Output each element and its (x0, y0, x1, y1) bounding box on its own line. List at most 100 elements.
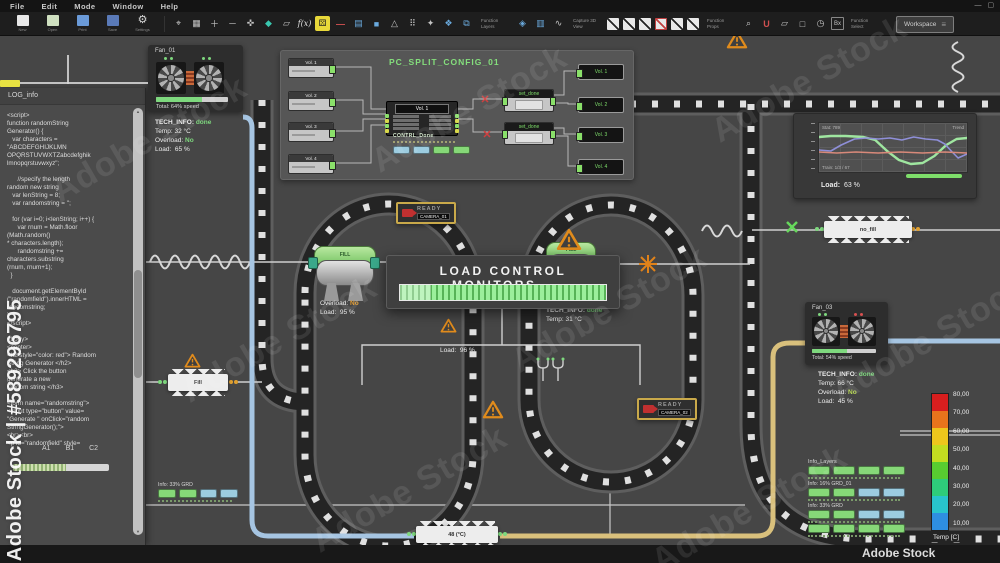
cone-icon[interactable]: △ (387, 16, 402, 31)
log-scrollbar[interactable]: ▲ ▼ (133, 108, 143, 535)
fan01-speed-bar (156, 97, 228, 102)
open-icon (46, 15, 59, 26)
grd-status-block: Info: 33% GRD (158, 480, 238, 503)
split-input-node[interactable]: Vol. 3 (288, 122, 336, 142)
fan01-panel[interactable]: Fan_01 Total: 64% speed (148, 45, 243, 112)
status-chip-blue (858, 488, 880, 497)
status-chip-green (808, 510, 830, 519)
workspace-button[interactable]: Workspace ≡ (896, 16, 954, 33)
parallelogram-icon[interactable]: ▱ (777, 16, 792, 31)
pen-red-icon[interactable] (655, 17, 667, 30)
history-icon[interactable]: ◷ (813, 16, 828, 31)
layers-icon[interactable]: ▥ (533, 16, 548, 31)
save-button[interactable]: Save (98, 15, 127, 32)
split-input-node[interactable]: Vol. 4 (288, 154, 336, 174)
split-set-node[interactable]: set_done (502, 89, 556, 112)
pen-icon[interactable] (671, 17, 683, 30)
menu-mode[interactable]: Mode (74, 2, 95, 11)
open-button[interactable]: Open (38, 15, 67, 32)
log-button-b1[interactable]: B1 (66, 445, 75, 452)
split-set-node[interactable]: set_done (502, 122, 556, 145)
scroll-down-icon[interactable]: ▼ (133, 529, 143, 534)
menu-bar: File Edit Mode Window Help — ▢ ✕ (0, 0, 1000, 12)
split-input-node[interactable]: Vol. 2 (288, 91, 336, 111)
trend-load-row: Load: 63 % (821, 182, 860, 189)
trend-panel[interactable]: Stat: 789 Trend Train: 1/3 / 67 Load: 63… (793, 113, 977, 199)
cube-icon[interactable]: ◆ (261, 16, 276, 31)
move-icon[interactable]: ✜ (243, 16, 258, 31)
status-chip-green (158, 489, 176, 498)
zoom-out-icon[interactable]: － (225, 16, 240, 31)
status-chip-blue (858, 510, 880, 519)
fan-housing (194, 62, 224, 94)
grid-icon[interactable]: ⠿ (405, 16, 420, 31)
color-scale-title: Temp [C] (929, 533, 964, 542)
no-fill-capsule: no_fill (824, 216, 912, 243)
split-output-node[interactable]: Vol. 2 (576, 97, 624, 113)
menu-window[interactable]: Window (112, 2, 143, 11)
split-output-node[interactable]: Vol. 4 (576, 159, 624, 175)
settings-button[interactable]: ⚙ Settings (128, 15, 157, 33)
fill-capsule: Fill (168, 369, 228, 396)
menu-edit[interactable]: Edit (42, 2, 58, 11)
pin-icon[interactable]: ◈ (515, 16, 530, 31)
dice-icon[interactable]: ⚄ (315, 16, 330, 31)
hamburger-icon: ≡ (941, 20, 947, 29)
split-center-node[interactable]: Vol. 1 (385, 101, 459, 136)
log-button-a1[interactable]: A1 (42, 445, 51, 452)
menu-help[interactable]: Help (161, 2, 179, 11)
chart-mini-icon[interactable]: ∿ (551, 16, 566, 31)
new-button[interactable]: New (8, 15, 37, 32)
center-node-title: Vol. 1 (395, 104, 449, 114)
maximize-icon[interactable]: ▢ (988, 1, 995, 11)
menu-file[interactable]: File (10, 2, 25, 11)
print-button[interactable]: Print (68, 15, 97, 32)
valve-fork-icons (537, 360, 564, 381)
sparkle-icon[interactable]: ✦ (423, 16, 438, 31)
control-chip-blue (393, 146, 410, 154)
split-input-node[interactable]: Vol. 1 (288, 58, 336, 78)
fan01-status-dots (202, 57, 211, 60)
crosshair-icon[interactable]: ⌖ (171, 16, 186, 31)
control-chip-blue (413, 146, 430, 154)
trend-series-load-green (817, 134, 969, 166)
pen-icon[interactable] (607, 17, 619, 30)
cube-blue-icon[interactable]: ❖ (441, 16, 456, 31)
save-icon (106, 15, 119, 26)
fan-icon (814, 319, 838, 343)
split-output-node[interactable]: Vol. 1 (576, 64, 624, 80)
viewport-icon[interactable]: ■ (369, 16, 384, 31)
workspace-label: Workspace (903, 21, 937, 28)
image-view-icon[interactable]: ▦ (189, 16, 204, 31)
duplicate-icon[interactable]: ⧉ (459, 16, 474, 31)
camera-status: READY (417, 206, 442, 212)
scale-tick-label: 70,00 (953, 409, 970, 417)
fx-icon[interactable]: f(x) (297, 16, 312, 31)
measure-icon[interactable]: ― (333, 16, 348, 31)
search-icon[interactable]: ⌕ (741, 16, 756, 31)
zoom-in-icon[interactable]: ＋ (207, 16, 222, 31)
control-done-label: CONTRL_Done (393, 133, 434, 139)
pen-icon[interactable] (639, 17, 651, 30)
warning-triangle-icon (440, 318, 457, 333)
fan-housing (848, 317, 876, 346)
split-config-panel[interactable]: PC_SPLIT_CONFIG_01 Vol. 1 CONTRL_Done Vo… (280, 50, 634, 180)
yellow-pipe-stub (0, 80, 20, 87)
log-code-text: <script> function randomString Generator… (7, 112, 97, 447)
perspective-icon[interactable]: ▱ (279, 16, 294, 31)
pen-icon[interactable] (687, 17, 699, 30)
scrollbar-thumb[interactable] (134, 270, 142, 379)
fan03-panel[interactable]: Fan_03 Total: 54% speed (805, 302, 888, 365)
log-button-c2[interactable]: C2 (89, 445, 98, 452)
u-shape-icon[interactable]: U (759, 16, 774, 31)
camera-name: CAMERA_01 (417, 213, 450, 220)
split-output-node[interactable]: Vol. 3 (576, 127, 624, 143)
bx-icon[interactable]: Bx (831, 17, 844, 30)
minimize-icon[interactable]: — (975, 1, 982, 11)
square-empty-icon[interactable]: □ (795, 16, 810, 31)
pen-icon[interactable] (623, 17, 635, 30)
function-select-label: Function Select (851, 18, 869, 29)
layout-icon[interactable]: ▤ (351, 16, 366, 31)
scroll-up-icon[interactable]: ▲ (133, 109, 143, 114)
fan03-status-dots (818, 313, 827, 316)
